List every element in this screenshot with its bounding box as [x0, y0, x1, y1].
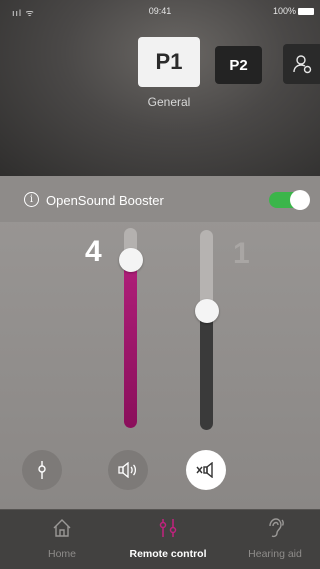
booster-toggle[interactable]	[269, 190, 310, 210]
program-custom-button[interactable]	[283, 44, 320, 84]
left-volume-fill	[124, 258, 137, 428]
tab-remote-control[interactable]: Remote control	[112, 510, 224, 569]
right-volume-thumb[interactable]	[195, 299, 219, 323]
speaker-button[interactable]	[108, 450, 148, 490]
info-icon[interactable]: i	[24, 192, 39, 207]
booster-title: OpenSound Booster	[46, 193, 164, 208]
tab-home-label: Home	[47, 548, 76, 560]
program-p2-button[interactable]: P2	[215, 46, 262, 84]
toggle-knob	[290, 190, 310, 210]
speaker-icon	[118, 462, 137, 478]
left-volume-thumb[interactable]	[119, 248, 143, 272]
home-icon	[53, 519, 71, 537]
tune-icon	[38, 461, 46, 479]
right-volume-value: 1	[233, 237, 250, 270]
tab-hearing-aid[interactable]: Hearing aid	[230, 510, 320, 569]
mute-speaker-button[interactable]	[186, 450, 226, 490]
ear-icon	[269, 518, 284, 538]
bottom-tab-bar: Home Remote control Hearing aid	[0, 509, 320, 569]
tab-home[interactable]: Home	[20, 510, 104, 569]
sliders-icon	[159, 519, 177, 537]
program-p1-button[interactable]: P1	[138, 37, 200, 87]
battery-icon	[298, 8, 314, 15]
program-header: ııl ᯤ 09:41 100%	[0, 0, 320, 176]
tab-remote-control-label: Remote control	[129, 548, 207, 560]
status-bar: ııl ᯤ 09:41 100%	[0, 6, 320, 20]
program-name: General	[147, 95, 191, 109]
battery-percent: 100%	[272, 6, 296, 16]
tab-hearing-aid-label: Hearing aid	[248, 548, 302, 560]
tune-button[interactable]	[22, 450, 62, 490]
left-volume-value: 4	[85, 235, 102, 268]
right-volume-fill	[200, 310, 213, 430]
mute-speaker-icon	[196, 462, 213, 478]
person-settings-icon	[293, 55, 312, 74]
